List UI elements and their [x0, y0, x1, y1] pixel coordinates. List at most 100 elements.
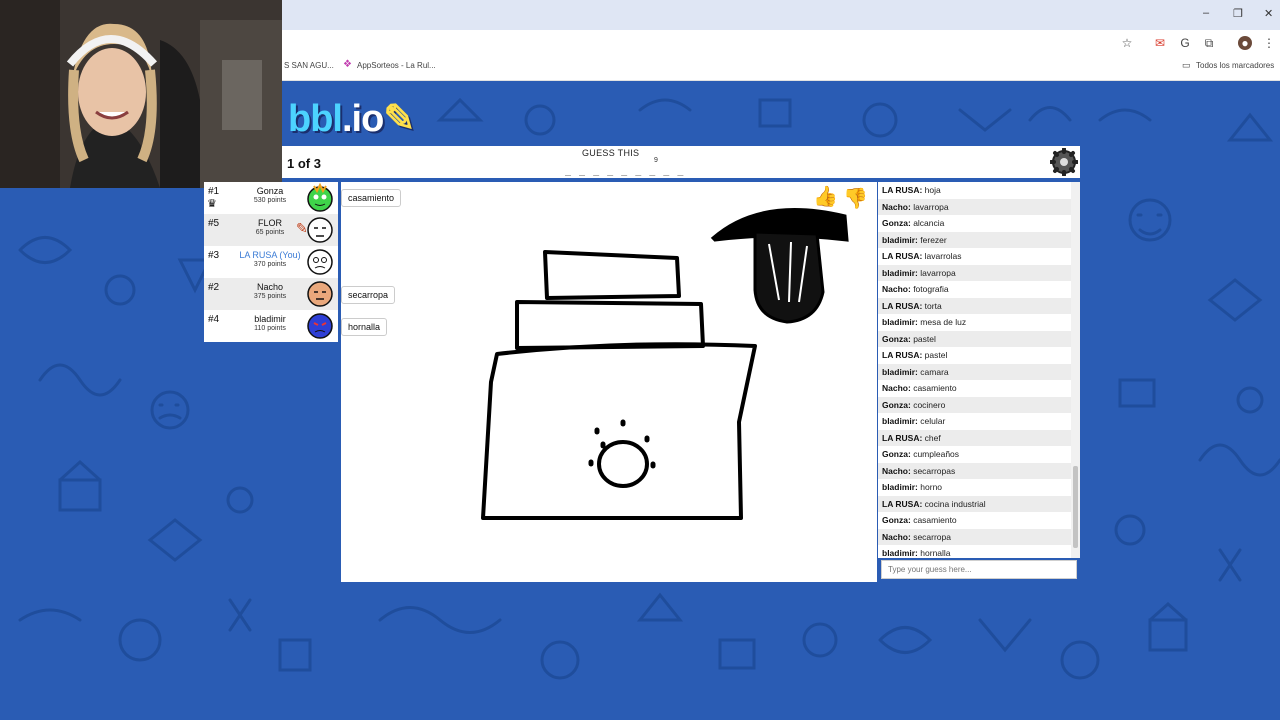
- chat-scroll-thumb[interactable]: [1073, 466, 1078, 548]
- chat-text: secarropa: [913, 531, 951, 542]
- player-row[interactable]: #2 Nacho 375 points: [204, 278, 338, 310]
- chat-message: bladimir: lavarropa: [878, 264, 1080, 281]
- player-avatar: [307, 281, 333, 307]
- chat-author: bladimir:: [882, 267, 918, 278]
- bookmark-san-agu[interactable]: S SAN AGU...: [284, 61, 334, 70]
- chat-text: celular: [920, 416, 946, 426]
- chat-author: bladimir:: [882, 234, 918, 245]
- chat-author: bladimir:: [882, 366, 918, 377]
- chat-message: bladimir: camara: [878, 363, 1080, 380]
- chat-author: Nacho:: [882, 284, 911, 294]
- chat-author: bladimir:: [882, 482, 918, 492]
- chat-message: Nacho: casamiento: [878, 380, 1080, 397]
- chat-text: cocinero: [913, 399, 946, 410]
- chat-text: pastel: [924, 350, 948, 360]
- puzzle-extensions-icon[interactable]: ⧉: [1202, 36, 1216, 50]
- settings-gear-icon[interactable]: [1049, 147, 1079, 177]
- player-row[interactable]: #5 FLOR 65 points ✎: [204, 214, 338, 246]
- all-bookmarks[interactable]: Todos los marcadores: [1196, 61, 1274, 70]
- player-avatar: [307, 249, 333, 275]
- close-window-button[interactable]: ✕: [1264, 7, 1273, 20]
- chat-text: hoja: [924, 185, 941, 195]
- player-row[interactable]: #1 ♛ Gonza 530 points: [204, 182, 338, 214]
- chat-message: Gonza: cocinero: [878, 396, 1080, 413]
- appsorteos-icon: ❖: [343, 59, 352, 70]
- chat-text: lavarrolas: [924, 251, 962, 261]
- like-thumb-icon[interactable]: 👍: [813, 184, 838, 209]
- logo-part1: bbl: [288, 98, 343, 140]
- chat-message: Gonza: pastel: [878, 330, 1080, 347]
- bookmark-appsorteos[interactable]: AppSorteos - La Rul...: [357, 61, 436, 70]
- chat-text: lavarropa: [920, 267, 956, 278]
- guess-input[interactable]: [881, 560, 1077, 579]
- chat-message: Nacho: fotografia: [878, 281, 1080, 298]
- maximize-button[interactable]: ❐: [1233, 7, 1243, 20]
- dislike-thumb-icon[interactable]: 👎: [843, 186, 868, 211]
- player-avatar: [307, 182, 333, 212]
- chat-message: Nacho: lavarropa: [878, 198, 1080, 215]
- chat-author: bladimir:: [882, 317, 918, 327]
- player-avatar: [307, 217, 333, 243]
- round-indicator: 1 of 3: [287, 156, 321, 171]
- game-logo: bbl.io✎: [288, 96, 415, 141]
- pencil-icon: ✎: [383, 98, 415, 140]
- grammar-extension-icon[interactable]: G: [1178, 36, 1192, 50]
- chat-text: chef: [924, 432, 941, 443]
- chat-text: ferezer: [920, 234, 947, 245]
- chat-message: LA RUSA: pastel: [878, 347, 1080, 364]
- chat-text: torta: [924, 300, 942, 311]
- guess-bubble: hornalla: [341, 318, 388, 336]
- minimize-button[interactable]: –: [1203, 7, 1209, 19]
- extension-icon[interactable]: ✉: [1153, 36, 1167, 50]
- chat-log: LA RUSA: hoja Nacho: lavarropa Gonza: alca…: [878, 182, 1080, 558]
- chat-author: LA RUSA:: [882, 432, 923, 443]
- chat-message: LA RUSA: chef: [878, 429, 1080, 446]
- folder-icon: ▭: [1182, 60, 1191, 70]
- chat-text: mesa de luz: [920, 317, 967, 327]
- chat-author: Gonza:: [882, 399, 911, 410]
- guess-bubble: secarropa: [341, 286, 396, 304]
- chat-author: LA RUSA:: [882, 251, 923, 261]
- chat-text: horno: [920, 482, 943, 492]
- chat-message: LA RUSA: hoja: [878, 182, 1080, 199]
- profile-avatar[interactable]: ●: [1238, 36, 1252, 50]
- chat-message: bladimir: ferezer: [878, 231, 1080, 248]
- chat-text: cumpleaños: [913, 449, 960, 459]
- chat-author: Gonza:: [882, 333, 911, 344]
- chat-author: LA RUSA:: [882, 300, 923, 311]
- chat-author: Nacho:: [882, 531, 911, 542]
- chat-author: Nacho:: [882, 383, 911, 393]
- chat-author: LA RUSA:: [882, 350, 923, 360]
- chat-text: lavarropa: [913, 201, 949, 212]
- chat-message: Nacho: secarropas: [878, 462, 1080, 479]
- chat-text: camara: [920, 366, 949, 377]
- chat-text: casamiento: [913, 383, 957, 393]
- chat-message: bladimir: mesa de luz: [878, 314, 1080, 331]
- chat-author: Gonza:: [882, 515, 911, 525]
- chat-author: bladimir:: [882, 416, 918, 426]
- chat-text: fotografia: [913, 284, 949, 294]
- player-list: #1 ♛ Gonza 530 points #5 FLOR 65 points …: [204, 182, 338, 342]
- chat-text: secarropas: [913, 465, 956, 476]
- chat-author: Nacho:: [882, 201, 911, 212]
- chat-author: LA RUSA:: [882, 185, 923, 195]
- guess-bubble: casamiento: [341, 189, 402, 207]
- bookmark-star-icon[interactable]: ☆: [1120, 36, 1134, 50]
- word-length: 9: [654, 157, 658, 164]
- chat-author: bladimir:: [882, 548, 918, 558]
- chat-text: cocina industrial: [924, 498, 986, 509]
- chat-message: LA RUSA: cocina industrial: [878, 495, 1080, 512]
- chat-author: Gonza:: [882, 449, 911, 459]
- player-row[interactable]: #3 LA RUSA (You) 370 points: [204, 246, 338, 278]
- chat-text: hornalla: [920, 548, 951, 558]
- chat-text: casamiento: [913, 515, 957, 525]
- chat-message: Gonza: cumpleaños: [878, 446, 1080, 463]
- chat-message: LA RUSA: lavarrolas: [878, 248, 1080, 265]
- chat-message: LA RUSA: torta: [878, 297, 1080, 314]
- chat-message: bladimir: hornalla: [878, 545, 1080, 558]
- drawing-canvas[interactable]: 👍 👎: [341, 182, 877, 582]
- browser-menu-icon[interactable]: ⋮: [1262, 36, 1276, 50]
- guess-this-label: GUESS THIS: [582, 148, 640, 158]
- player-avatar: [307, 313, 333, 339]
- player-row[interactable]: #4 bladimir 110 points: [204, 310, 338, 342]
